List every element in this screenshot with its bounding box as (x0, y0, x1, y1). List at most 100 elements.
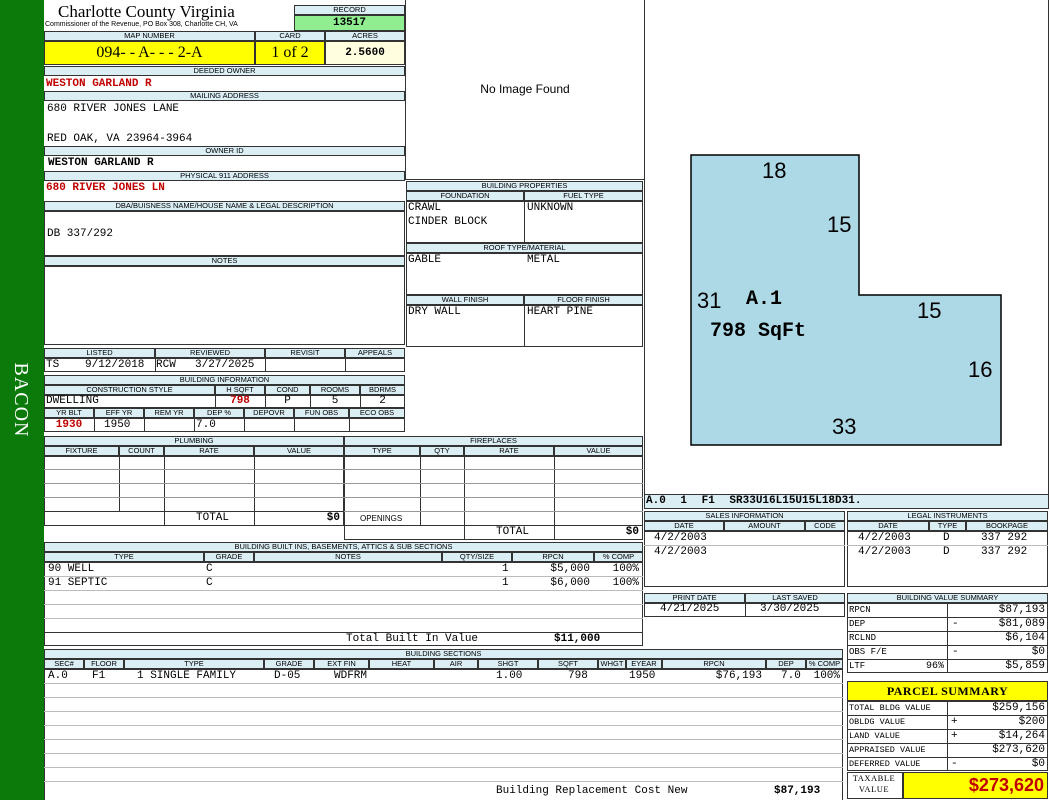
wall-finish-value: DRY WALL (408, 306, 461, 318)
section-dep-header: DEP (766, 659, 806, 669)
reviewed-header: REVIEWED (155, 348, 265, 358)
cond-header: COND (265, 385, 310, 395)
acres-value: 2.5600 (325, 41, 405, 65)
construction-style: DWELLING (46, 395, 99, 407)
rem-yr-header: REM YR (144, 408, 194, 418)
listed-date: 9/12/2018 (85, 359, 145, 371)
builtin-comp-1: 100% (612, 563, 639, 575)
vs-label-4: OBS F/E (849, 647, 887, 657)
sketch-section-label: A.1 (746, 288, 783, 311)
parcel-value-4: $273,620 (992, 744, 1045, 756)
brcn-value: $87,193 (774, 785, 821, 797)
section-type: 1 SINGLE FAMILY (137, 670, 237, 682)
builtin-type-1: 90 WELL (48, 563, 95, 575)
print-date: 4/21/2025 (660, 603, 720, 615)
last-saved-header: LAST SAVED (745, 593, 845, 603)
commissioner-line: Commissioner of the Revenue, PO Box 308,… (45, 21, 238, 28)
year-row (44, 418, 405, 432)
fireplace-total: $0 (625, 526, 639, 538)
builtin-type-2: 91 SEPTIC (48, 577, 108, 589)
hsqft-value: 798 (230, 395, 250, 407)
sketch-label-step: 15 (917, 298, 942, 323)
revisit-header: REVISIT (265, 348, 345, 358)
sqft-header: SQFT (538, 659, 598, 669)
builtin-qty-1: 1 (502, 563, 509, 575)
rooms-header: ROOMS (310, 385, 360, 395)
fireplaces-header: FIREPLACES (344, 436, 643, 446)
builtin-grade-1: C (206, 563, 213, 575)
total-built-in-value: $11,000 (554, 633, 601, 645)
construction-style-header: CONSTRUCTION STYLE (44, 385, 215, 395)
plumbing-total-label: TOTAL (196, 512, 230, 524)
section-sqft: 798 (568, 670, 588, 682)
owner-id-header: OWNER ID (44, 146, 405, 156)
foundation-line1: CRAWL (408, 202, 442, 214)
builtin-rpcn-1: $5,000 (550, 563, 590, 575)
building-info-header: BUILDING INFORMATION (44, 375, 405, 385)
plumbing-rate-header: RATE (164, 446, 254, 456)
sales-code-header: CODE (805, 521, 845, 531)
section-rpcn-header: RPCN (662, 659, 766, 669)
eff-yr-value: 1950 (104, 419, 131, 431)
legal-type-1: D (943, 532, 950, 544)
card-header: CARD (255, 31, 325, 41)
sales-date-1: 4/2/2003 (654, 532, 707, 544)
section-ext: WDFRM (334, 670, 368, 682)
legal-bookpage-1: 337 292 (981, 532, 1028, 544)
builtin-notes-header: NOTES (254, 552, 442, 562)
bdrms-value: 2 (379, 395, 386, 407)
eff-yr-header: EFF YR (94, 408, 144, 418)
deeded-owner: WESTON GARLAND R (46, 78, 152, 90)
legal-date-2: 4/2/2003 (858, 546, 911, 558)
builtin-comp-2: 100% (612, 577, 639, 589)
sec-header: SEC# (44, 659, 84, 669)
floor-finish-value: HEART PINE (527, 306, 594, 318)
sketch-label-left: 31 (697, 288, 722, 313)
mailing-address-header: MAILING ADDRESS (44, 91, 405, 101)
owner-id: WESTON GARLAND R (48, 157, 154, 169)
vs-label-1: RPCN (849, 605, 871, 615)
physical-address: 680 RIVER JONES LN (46, 182, 165, 194)
sales-info-header: SALES INFORMATION (644, 511, 845, 521)
section-floor: F1 (92, 670, 106, 682)
builtin-rpcn-header: RPCN (512, 552, 594, 562)
section-grade: D-05 (274, 670, 301, 682)
parcel-label-5: DEFERRED VALUE (849, 759, 921, 769)
builtin-grade-2: C (206, 577, 213, 589)
total-built-in-label: Total Built In Value (346, 633, 479, 645)
vs-value-3: $6,104 (1005, 632, 1045, 644)
vs-value-1: $87,193 (998, 604, 1045, 616)
side-label: BACON (10, 362, 32, 438)
legal-type-header: TYPE (929, 521, 966, 531)
ext-fin-header: EXT FIN (314, 659, 369, 669)
brcn-label: Building Replacement Cost New (496, 785, 688, 797)
section-shgt: 1.00 (496, 670, 523, 682)
parcel-value-3: $14,264 (998, 730, 1045, 742)
section-type-header: TYPE (124, 659, 264, 669)
fuel-type-value: UNKNOWN (527, 202, 574, 214)
eco-obs-header: ECO OBS (349, 408, 405, 418)
deeded-owner-header: DEEDED OWNER (44, 66, 405, 76)
sales-date-2: 4/2/2003 (654, 546, 707, 558)
plumbing-header: PLUMBING (44, 436, 344, 446)
fireplace-type-header: TYPE (344, 446, 420, 456)
eyear-header: EYEAR (626, 659, 662, 669)
section-comp-header: % COMP (806, 659, 843, 669)
vs-value-5: $5,859 (1005, 660, 1045, 672)
card-value: 1 of 2 (255, 41, 325, 65)
parcel-value-2: $200 (1018, 716, 1045, 728)
vs-label-2: DEP (849, 619, 866, 629)
legal-type-2: D (943, 546, 950, 558)
map-number-header: MAP NUMBER (44, 31, 255, 41)
foundation-header: FOUNDATION (406, 191, 524, 201)
built-ins-header: BUILDING BUILT INS, BASEMENTS, ATTICS & … (44, 542, 643, 552)
cond-value: P (284, 395, 291, 407)
parcel-value-1: $259,156 (992, 702, 1045, 714)
sales-date-header: DATE (644, 521, 724, 531)
section-sec: A.0 (48, 670, 68, 682)
rooms-value: 5 (331, 395, 339, 407)
parcel-label-3: LAND VALUE (849, 731, 901, 741)
legal-description: DB 337/292 (47, 228, 114, 240)
builtin-rpcn-2: $6,000 (550, 577, 590, 589)
whgt-header: WHGT (598, 659, 626, 669)
